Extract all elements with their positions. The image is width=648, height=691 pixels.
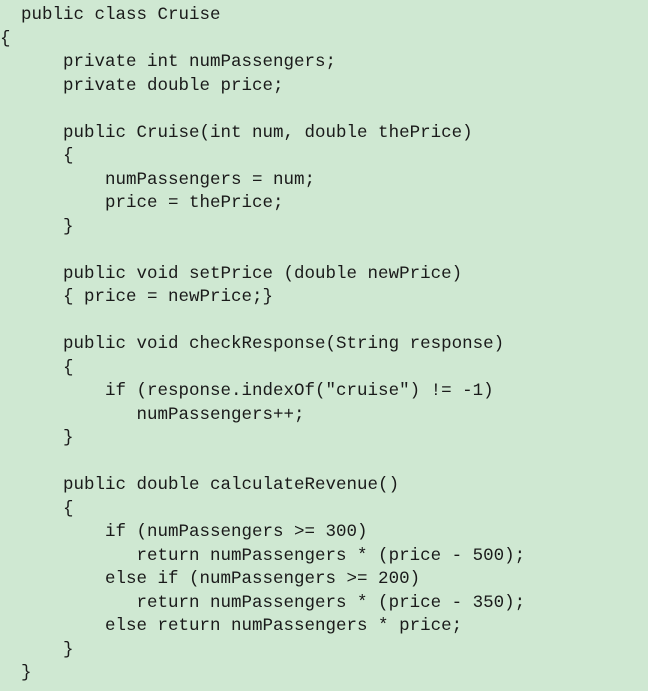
code-line: public double calculateRevenue() [0, 475, 400, 495]
code-line: { [0, 146, 74, 166]
code-line: private int numPassengers; [0, 52, 337, 72]
code-line: } [0, 639, 74, 660]
code-line: } [0, 216, 74, 237]
code-line: public class Cruise [0, 5, 221, 25]
code-line: public void checkResponse(String respons… [0, 334, 505, 354]
code-listing: public class Cruise { private int numPas… [0, 0, 648, 691]
code-line: public void setPrice (double newPrice) [0, 263, 463, 284]
code-line: if (numPassengers >= 300) [0, 522, 368, 542]
code-line: if (response.indexOf("cruise") != -1) [0, 381, 494, 401]
code-line: { [0, 357, 74, 378]
code-line: { [0, 28, 11, 49]
code-line: private double price; [0, 75, 284, 96]
code-line: public Cruise(int num, double thePrice) [0, 122, 473, 143]
code-line: } [0, 663, 32, 683]
code-line: else if (numPassengers >= 200) [0, 569, 421, 589]
code-line: { price = newPrice;} [0, 287, 274, 307]
code-line: else return numPassengers * price; [0, 616, 463, 636]
code-line: price = thePrice; [0, 193, 284, 213]
code-line: } [0, 428, 74, 448]
code-line: numPassengers = num; [0, 169, 316, 190]
code-line: return numPassengers * (price - 350); [0, 592, 526, 613]
code-line: return numPassengers * (price - 500); [0, 545, 526, 566]
code-line: { [0, 498, 74, 519]
code-line: numPassengers++; [0, 404, 305, 425]
